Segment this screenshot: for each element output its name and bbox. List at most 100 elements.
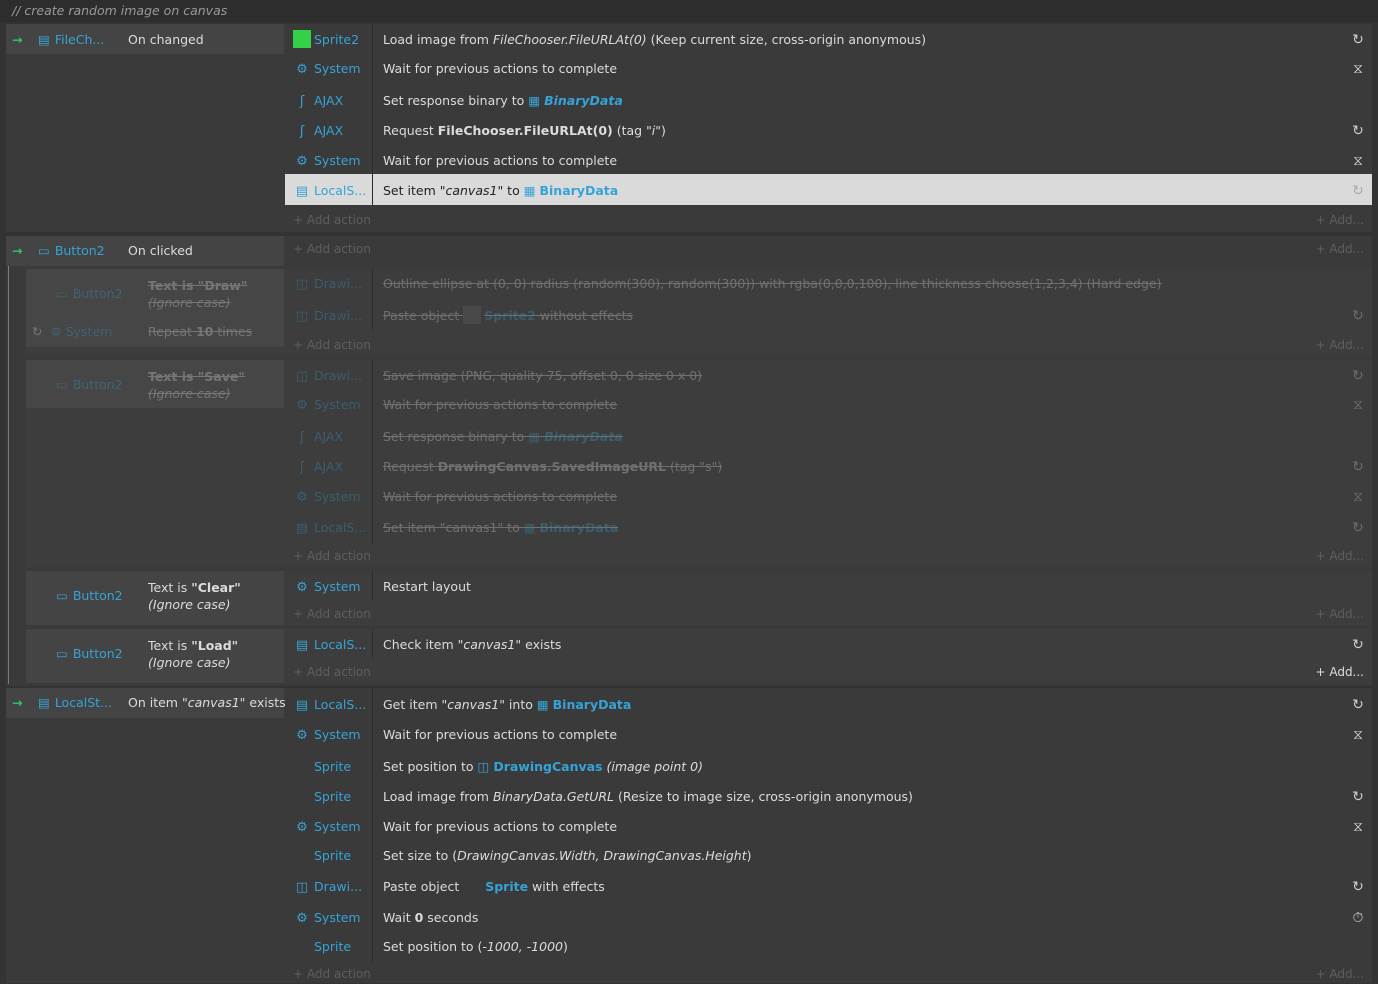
add-action-link[interactable]: + Add action [293,662,371,682]
loop-icon[interactable]: ↻ [1350,630,1366,660]
add-action-link[interactable]: + Add action [293,604,371,624]
wait-icon[interactable]: ⧖ [1350,482,1366,512]
action-row[interactable]: ◫ Drawi... Outline ellipse at (0, 0) radi… [285,269,1372,299]
add-more-link[interactable]: + Add... [1315,335,1364,355]
action-object[interactable]: ◫ Drawi... [293,361,373,391]
loop-icon[interactable]: ↻ [1350,301,1366,331]
wait-icon[interactable]: ⧖ [1350,812,1366,842]
condition-object-button2[interactable]: ▭ Button2 [56,581,123,611]
action-row[interactable]: ʃ AJAX Set response binary to ▦ BinaryDat… [285,86,1372,116]
add-more-link[interactable]: + Add... [1315,546,1364,566]
wait-icon[interactable]: ⧖ [1350,390,1366,420]
action-object[interactable]: Sprite [293,752,373,782]
loop-icon[interactable]: ↻ [1350,116,1366,146]
action-row[interactable]: Sprite Set position to (-1000, -1000) [285,932,1372,962]
add-action-link[interactable]: + Add action [293,239,371,259]
action-object[interactable]: ▤ LocalS... [293,690,373,720]
add-action-link[interactable]: + Add action [293,546,371,566]
condition-text[interactable]: Repeat 10 times [148,317,252,347]
action-object[interactable]: ▤ LocalS... [293,630,373,660]
add-more-link[interactable]: + Add... [1315,964,1364,984]
action-row[interactable]: ⚙ System Wait for previous actions to com… [285,390,1372,420]
action-text: Load image from FileChooser.FileURLAt(0)… [383,32,927,47]
action-object[interactable]: Sprite [293,782,373,812]
action-row[interactable]: Sprite Load image from BinaryData.GetURL… [285,782,1372,812]
action-row[interactable]: ◫ Drawi... Save image (PNG, quality 75, o… [285,361,1372,391]
condition-object-button2[interactable]: ▭ Button2 [38,236,105,266]
condition-text[interactable]: Text is "Load" (Ignore case) [148,637,280,671]
add-more-link[interactable]: + Add... [1315,604,1364,624]
condition-object-button2[interactable]: ▭ Button2 [56,639,123,669]
loop-icon[interactable]: ↻ [1350,176,1366,206]
action-object[interactable]: ⚙ System [293,572,373,602]
condition-text[interactable]: Text is "Draw" (Ignore case) [148,277,278,311]
add-action-link[interactable]: + Add action [293,210,371,230]
action-row[interactable]: ▤ LocalS... Get item "canvas1" into ▦ Bin… [285,690,1372,720]
action-object[interactable]: ʃ AJAX [293,422,373,452]
action-object[interactable]: ◫ Drawi... [293,269,373,299]
action-object[interactable]: ⚙ System [293,812,373,842]
action-object[interactable]: ⚙ System [293,482,373,512]
add-action-link[interactable]: + Add action [293,335,371,355]
action-row[interactable]: ▤ LocalS... Set item "canvas1" to ▦ Binar… [285,513,1372,543]
wait-icon[interactable]: ⧖ [1350,720,1366,750]
action-object[interactable]: ⚙ System [293,146,373,176]
action-object[interactable]: ◫ Drawi... [293,872,373,902]
action-object[interactable]: ʃ AJAX [293,452,373,482]
wait-icon[interactable]: ⧖ [1350,146,1366,176]
action-object[interactable]: Sprite [293,932,373,962]
comment-row[interactable]: // create random image on canvas [0,0,1378,22]
action-object[interactable]: ʃ AJAX [293,86,373,116]
action-row[interactable]: ▤ LocalS... Set item "canvas1" to ▦ Binar… [285,176,1372,206]
action-row[interactable]: Sprite Set position to ◫ DrawingCanvas (… [285,752,1372,782]
action-row[interactable]: ⚙ System Wait 0 seconds ⏱ [285,903,1372,933]
action-object[interactable]: Sprite2 [293,25,373,55]
action-object[interactable]: Sprite [293,841,373,871]
loop-icon[interactable]: ↻ [1350,513,1366,543]
condition-text[interactable]: Text is "Save" (Ignore case) [148,368,278,402]
action-row[interactable]: Sprite Set size to (DrawingCanvas.Width,… [285,841,1372,871]
condition-object-system[interactable]: ↻ ⚙ System [32,317,112,347]
action-row[interactable]: ⚙ System Wait for previous actions to com… [285,482,1372,512]
condition-object-button2[interactable]: ▭ Button2 [56,279,123,309]
loop-icon[interactable]: ↻ [1350,690,1366,720]
action-object[interactable]: ▤ LocalS... [293,513,373,543]
action-object[interactable]: ▤ LocalS... [293,176,373,206]
action-row[interactable]: Sprite2 Load image from FileChooser.File… [285,25,1372,55]
loop-icon[interactable]: ↻ [1350,361,1366,391]
action-object[interactable]: ⚙ System [293,390,373,420]
loop-icon[interactable]: ↻ [1350,872,1366,902]
action-row[interactable]: ⚙ System Wait for previous actions to com… [285,54,1372,84]
condition-text[interactable]: Text is "Clear" (Ignore case) [148,579,280,613]
action-object[interactable]: ◫ Drawi... [293,301,373,331]
action-row[interactable]: ʃ AJAX Set response binary to ▦ BinaryDat… [285,422,1372,452]
action-object[interactable]: ʃ AJAX [293,116,373,146]
action-row[interactable]: ⚙ System Wait for previous actions to com… [285,812,1372,842]
action-row[interactable]: ◫ Drawi... Paste object Sprite2 without e… [285,301,1372,331]
condition-text[interactable]: On item "canvas1" exists [128,688,286,718]
condition-text[interactable]: On clicked [128,236,193,266]
add-more-link[interactable]: + Add... [1315,210,1364,230]
action-row[interactable]: ʃ AJAX Request FileChooser.FileURLAt(0) (… [285,116,1372,146]
add-more-link[interactable]: + Add... [1315,662,1364,682]
action-row[interactable]: ⚙ System Wait for previous actions to com… [285,720,1372,750]
action-row[interactable]: ◫ Drawi... Paste object Sprite with effec… [285,872,1372,902]
action-object[interactable]: ⚙ System [293,720,373,750]
condition-object-localstorage[interactable]: ▤ LocalSt... [38,688,116,718]
timer-icon[interactable]: ⏱ [1350,903,1366,933]
action-row[interactable]: ʃ AJAX Request DrawingCanvas.SavedImageUR… [285,452,1372,482]
wait-icon[interactable]: ⧖ [1350,54,1366,84]
condition-object-filechooser[interactable]: ▤ FileCh... [38,25,116,55]
action-row[interactable]: ⚙ System Wait for previous actions to com… [285,146,1372,176]
add-more-link[interactable]: + Add... [1315,239,1364,259]
action-row[interactable]: ▤ LocalS... Check item "canvas1" exists ↻ [285,630,1372,660]
action-object[interactable]: ⚙ System [293,903,373,933]
loop-icon[interactable]: ↻ [1350,782,1366,812]
condition-object-button2[interactable]: ▭ Button2 [56,370,123,400]
loop-icon[interactable]: ↻ [1350,25,1366,55]
loop-icon[interactable]: ↻ [1350,452,1366,482]
action-row[interactable]: ⚙ System Restart layout [285,572,1372,602]
add-action-link[interactable]: + Add action [293,964,371,984]
condition-text[interactable]: On changed [128,25,204,55]
action-object[interactable]: ⚙ System [293,54,373,84]
